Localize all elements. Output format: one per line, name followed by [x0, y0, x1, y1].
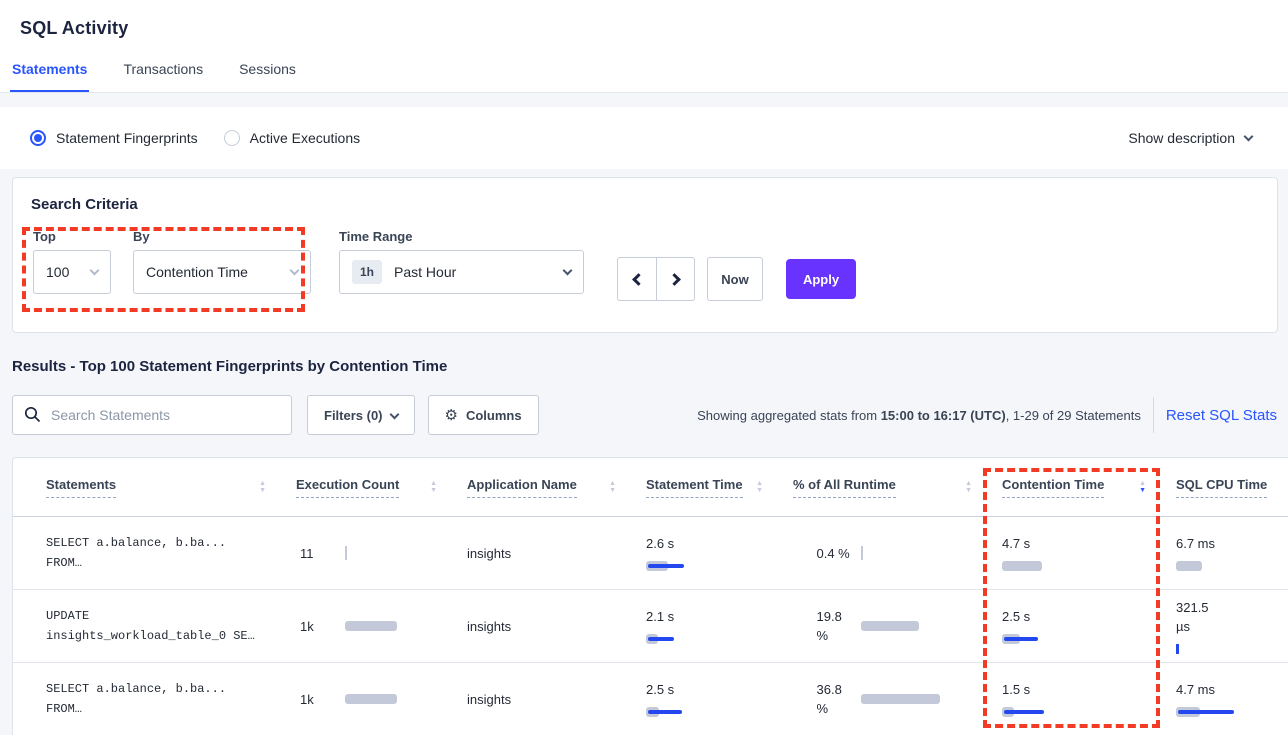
- top-label: Top: [33, 229, 123, 244]
- execution-count-cell: 1k: [296, 663, 467, 735]
- time-range-select[interactable]: 1h Past Hour: [339, 250, 584, 294]
- top-select[interactable]: 100: [33, 250, 111, 294]
- time-range-label: Time Range: [339, 229, 584, 244]
- next-interval-button[interactable]: [656, 258, 694, 300]
- time-nav-group: [617, 257, 695, 301]
- results-toolbar: Filters (0) ⚙ Columns Showing aggregated…: [12, 395, 1278, 435]
- by-select[interactable]: Contention Time: [133, 250, 311, 294]
- previous-interval-button[interactable]: [618, 258, 656, 300]
- table-row: SELECT a.balance, b.ba... FROM… 11 insig…: [13, 517, 1288, 590]
- chevron-down-icon: [1244, 131, 1254, 141]
- pct-runtime-cell: 36.8%: [793, 663, 1002, 735]
- page-title: SQL Activity: [0, 14, 1288, 39]
- column-header-contention-time[interactable]: Contention Time ▲▼: [1002, 477, 1176, 498]
- search-icon: [24, 406, 41, 423]
- contention-time-cell: 1.5 s: [1002, 663, 1176, 735]
- statement-time-bar: [646, 560, 746, 572]
- search-statements-box: [12, 395, 292, 435]
- column-header-pct-runtime[interactable]: % of All Runtime ▲▼: [793, 477, 1002, 498]
- search-criteria-heading: Search Criteria: [31, 196, 1277, 213]
- application-name-cell: insights: [467, 590, 646, 662]
- contention-time-bar: [1002, 560, 1102, 572]
- view-toggle-bar: Statement Fingerprints Active Executions…: [0, 107, 1288, 169]
- apply-button[interactable]: Apply: [786, 259, 856, 299]
- contention-time-bar: [1002, 633, 1102, 645]
- chevron-left-icon: [632, 273, 645, 286]
- sort-icon[interactable]: ▲▼: [756, 481, 763, 494]
- columns-button[interactable]: ⚙ Columns: [428, 395, 539, 435]
- statement-time-bar: [646, 706, 746, 718]
- execution-count-cell: 11: [296, 517, 467, 589]
- by-label: By: [133, 229, 311, 244]
- search-statements-input[interactable]: [12, 395, 292, 435]
- sql-cpu-time-bar: [1176, 560, 1276, 572]
- execution-count-bar: [345, 693, 445, 705]
- divider: [1153, 397, 1154, 433]
- statement-link[interactable]: UPDATE insights_workload_table_0 SE…: [46, 590, 296, 662]
- sql-cpu-time-bar: [1176, 643, 1276, 655]
- statement-time-bar: [646, 633, 746, 645]
- statement-time-cell: 2.5 s: [646, 663, 793, 735]
- contention-time-cell: 4.7 s: [1002, 517, 1176, 589]
- tab-transactions[interactable]: Transactions: [121, 61, 205, 92]
- radio-active-executions[interactable]: Active Executions: [224, 130, 361, 146]
- sort-icon[interactable]: ▲▼: [965, 481, 972, 494]
- chevron-right-icon: [668, 273, 681, 286]
- pct-runtime-cell: 0.4 %: [793, 517, 1002, 589]
- sort-icon[interactable]: ▲▼: [259, 481, 266, 494]
- table-row: SELECT a.balance, b.ba... FROM… 1k insig…: [13, 663, 1288, 735]
- chevron-down-icon: [563, 265, 573, 275]
- statements-table: Statements ▲▼ Execution Count ▲▼ Applica…: [12, 457, 1288, 735]
- show-description-toggle[interactable]: Show description: [1128, 130, 1252, 146]
- application-name-cell: insights: [467, 517, 646, 589]
- now-button[interactable]: Now: [707, 257, 763, 301]
- statement-time-cell: 2.6 s: [646, 517, 793, 589]
- table-header-row: Statements ▲▼ Execution Count ▲▼ Applica…: [13, 458, 1288, 517]
- column-header-application-name[interactable]: Application Name ▲▼: [467, 477, 646, 498]
- column-header-sql-cpu-time[interactable]: SQL CPU Time ▲▼: [1176, 477, 1288, 498]
- execution-count-cell: 1k: [296, 590, 467, 662]
- pct-runtime-bar: [861, 620, 961, 632]
- radio-checked-icon[interactable]: [30, 130, 46, 146]
- top-bar: SQL Activity Statements Transactions Ses…: [0, 0, 1288, 93]
- pct-runtime-bar: [861, 693, 961, 705]
- chevron-down-icon: [90, 265, 100, 275]
- contention-time-bar: [1002, 706, 1102, 718]
- time-range-badge: 1h: [352, 260, 382, 284]
- execution-count-bar: [345, 547, 445, 559]
- pct-runtime-cell: 19.8%: [793, 590, 1002, 662]
- sort-icon[interactable]: ▲▼: [609, 481, 616, 494]
- column-header-statement-time[interactable]: Statement Time ▲▼: [646, 477, 793, 498]
- chevron-down-icon: [389, 409, 399, 419]
- gear-icon: ⚙: [445, 408, 458, 423]
- sort-icon[interactable]: ▲▼: [1139, 481, 1146, 494]
- tab-statements[interactable]: Statements: [10, 61, 89, 92]
- results-heading: Results - Top 100 Statement Fingerprints…: [12, 358, 1288, 375]
- sort-icon[interactable]: ▲▼: [430, 481, 437, 494]
- sql-cpu-time-cell: 321.5µs: [1176, 590, 1288, 662]
- filters-button[interactable]: Filters (0): [307, 395, 415, 435]
- search-criteria-card: Search Criteria Top 100 By Contention Ti…: [12, 177, 1278, 333]
- execution-count-bar: [345, 620, 445, 632]
- statement-link[interactable]: SELECT a.balance, b.ba... FROM…: [46, 663, 296, 735]
- statement-link[interactable]: SELECT a.balance, b.ba... FROM…: [46, 517, 296, 589]
- column-header-execution-count[interactable]: Execution Count ▲▼: [296, 477, 467, 498]
- contention-time-cell: 2.5 s: [1002, 590, 1176, 662]
- reset-sql-stats-link[interactable]: Reset SQL Stats: [1166, 407, 1278, 424]
- tab-sessions[interactable]: Sessions: [237, 61, 298, 92]
- sql-cpu-time-cell: 6.7 ms: [1176, 517, 1288, 589]
- stats-summary: Showing aggregated stats from 15:00 to 1…: [697, 408, 1141, 423]
- tab-bar: Statements Transactions Sessions: [10, 61, 1288, 92]
- radio-unchecked-icon[interactable]: [224, 130, 240, 146]
- sql-cpu-time-cell: 4.7 ms: [1176, 663, 1288, 735]
- column-header-statements[interactable]: Statements ▲▼: [46, 477, 296, 498]
- pct-runtime-bar: [861, 547, 961, 559]
- sql-cpu-time-bar: [1176, 706, 1276, 718]
- chevron-down-icon: [290, 265, 300, 275]
- radio-statement-fingerprints[interactable]: Statement Fingerprints: [30, 130, 198, 146]
- application-name-cell: insights: [467, 663, 646, 735]
- statement-time-cell: 2.1 s: [646, 590, 793, 662]
- table-row: UPDATE insights_workload_table_0 SE… 1k …: [13, 590, 1288, 663]
